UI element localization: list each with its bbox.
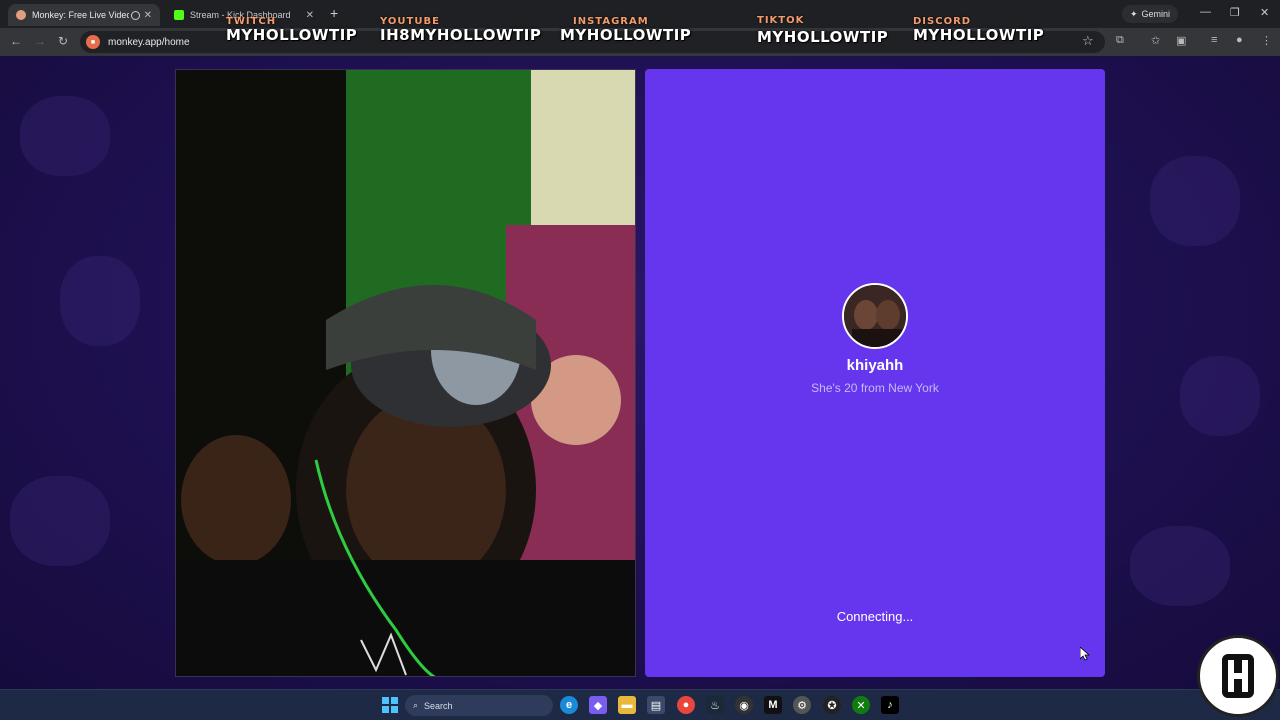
close-tab-icon[interactable]: ✕ [144,10,152,21]
favorites-icon[interactable]: ✩ [1151,34,1160,47]
background-blob [20,96,110,176]
background-blob [60,256,140,346]
handle-label: MYHOLLOWTIP [757,28,889,46]
restore-icon[interactable]: ❐ [1230,6,1240,19]
xbox-icon[interactable]: ✕ [852,696,870,714]
background-blob [1150,156,1240,246]
bookmark-star-icon[interactable]: ☆ [1082,33,1094,49]
windows-taskbar: ⌕ Search e ◆ ▬ ▤ ● ♨ ◉ M ⚙ ✪ ✕ ♪ [0,689,1280,720]
site-info-icon[interactable]: ■ [86,35,100,49]
match-username: khiyahh [846,357,904,374]
taskbar-search[interactable]: ⌕ Search [405,695,553,716]
streamer-logo-icon [1197,635,1279,717]
sparkle-icon: ✦ [1130,8,1138,19]
social-twitch: TWITCH MYHOLLOWTIP [226,16,357,44]
profile-avatar-icon[interactable]: ● [1236,34,1243,46]
background-blob [10,476,110,566]
reload-icon[interactable]: ↻ [58,34,68,48]
gemini-button[interactable]: ✦ Gemini [1122,5,1179,23]
search-label: Search [424,700,453,711]
steam-icon[interactable]: ♨ [706,696,724,714]
obs-icon[interactable]: ◉ [735,696,753,714]
file-explorer-icon[interactable]: ▬ [618,696,636,714]
handle-label: IH8MYHOLLOWTIP [380,26,542,44]
tab-title: Monkey: Free Live Video Chat [32,10,129,20]
handle-label: MYHOLLOWTIP [560,26,692,44]
local-camera-video [175,69,636,677]
minimize-icon[interactable]: — [1200,6,1211,18]
match-bio: She's 20 from New York [811,381,939,395]
settings-gear-icon[interactable]: ⚙ [793,696,811,714]
social-discord: DISCORD MYHOLLOWTIP [913,16,1044,44]
match-avatar [842,283,908,349]
copilot-icon[interactable]: ◆ [589,696,607,714]
match-panel: khiyahh She's 20 from New York Connectin… [645,69,1105,677]
avatar-image [844,285,906,347]
url-text: monkey.app/home [108,36,190,48]
store-icon[interactable]: ▤ [647,696,665,714]
social-youtube: YOUTUBE IH8MYHOLLOWTIP [380,16,541,44]
webcam-feed-image [176,70,635,676]
forward-arrow-icon[interactable]: → [34,34,46,48]
extensions-icon[interactable]: ⧉ [1116,34,1124,47]
edge-browser-icon[interactable]: e [560,696,578,714]
handle-label: MYHOLLOWTIP [226,26,358,44]
m-app-icon[interactable]: M [764,696,782,714]
collections-icon[interactable]: ▣ [1176,34,1186,47]
more-menu-icon[interactable]: ⋮ [1261,34,1272,47]
handle-label: MYHOLLOWTIP [913,26,1045,44]
recording-icon [130,10,140,20]
background-blob [1180,356,1260,436]
gemini-label: Gemini [1141,9,1171,19]
monkey-favicon-icon [16,10,26,20]
platform-label: TIKTOK [757,15,805,26]
connection-status: Connecting... [836,609,914,624]
close-window-icon[interactable]: ✕ [1260,6,1269,19]
mouse-cursor-icon [1080,647,1090,661]
back-arrow-icon[interactable]: ← [10,34,22,48]
chrome-icon[interactable]: ● [677,696,695,714]
app-icon[interactable]: ✪ [823,696,841,714]
tab-monkey[interactable]: Monkey: Free Live Video Chat ✕ [8,4,160,26]
social-instagram: INSTAGRAM MYHOLLOWTIP [560,16,691,44]
start-windows-icon[interactable] [381,696,399,714]
background-blob [1130,526,1230,606]
reading-list-icon[interactable]: ≡ [1211,34,1217,46]
social-tiktok: TIKTOK MYHOLLOWTIP [757,15,888,46]
search-icon: ⌕ [413,700,419,710]
kick-favicon-icon [174,10,184,20]
tiktok-icon[interactable]: ♪ [881,696,899,714]
